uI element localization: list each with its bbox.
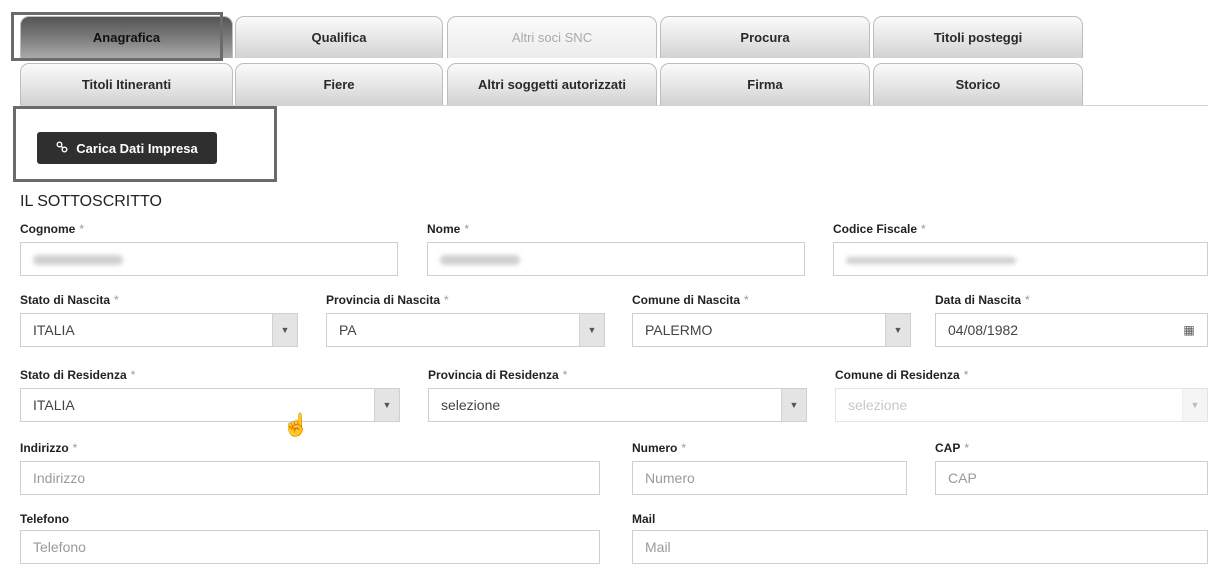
dropdown-arrow-icon[interactable]: ▼: [272, 314, 297, 346]
label-comune-nascita: Comune di Nascita *: [632, 293, 749, 307]
calendar-icon[interactable]: ▦: [1177, 314, 1201, 346]
cognome-field[interactable]: [20, 242, 398, 276]
codice-fiscale-field[interactable]: [833, 242, 1208, 276]
tab-titoli-itineranti[interactable]: Titoli Itineranti: [20, 63, 233, 105]
tab-label: Altri soci SNC: [511, 30, 593, 45]
label-cognome: Cognome *: [20, 222, 85, 236]
select-value: PA: [339, 322, 357, 338]
dropdown-arrow-icon: ▼: [1182, 389, 1207, 421]
button-label: Carica Dati Impresa: [76, 140, 198, 156]
hand-cursor-icon: ☝: [282, 412, 310, 437]
comune-residenza-select: selezione ▼: [835, 388, 1208, 422]
numero-field[interactable]: Numero: [632, 461, 907, 495]
tab-fiere[interactable]: Fiere: [235, 63, 443, 105]
label-cap: CAP *: [935, 441, 970, 455]
comune-nascita-select[interactable]: PALERMO ▼: [632, 313, 911, 347]
stato-residenza-select[interactable]: ITALIA ▼: [20, 388, 400, 422]
cap-field[interactable]: CAP: [935, 461, 1208, 495]
link-icon: [56, 141, 68, 156]
placeholder-text: CAP: [948, 470, 977, 486]
label-mail: Mail: [632, 512, 656, 526]
select-value: ITALIA: [33, 397, 75, 413]
provincia-nascita-select[interactable]: PA ▼: [326, 313, 605, 347]
telefono-field[interactable]: Telefono: [20, 530, 600, 564]
label-stato-nascita: Stato di Nascita *: [20, 293, 119, 307]
tab-label: Fiere: [323, 77, 355, 92]
tab-label: Qualifica: [311, 30, 367, 45]
tab-qualifica[interactable]: Qualifica: [235, 16, 443, 58]
tab-label: Altri soggetti autorizzati: [477, 77, 627, 92]
tab-label: Titoli Itineranti: [81, 77, 172, 92]
label-comune-residenza: Comune di Residenza *: [835, 368, 969, 382]
select-value: selezione: [848, 397, 908, 413]
data-nascita-field[interactable]: 04/08/1982 ▦: [935, 313, 1208, 347]
mail-field[interactable]: Mail: [632, 530, 1208, 564]
tab-titoli-posteggi[interactable]: Titoli posteggi: [873, 16, 1083, 58]
placeholder-text: Numero: [645, 470, 695, 486]
highlight-box-anagrafica: [11, 12, 223, 61]
dropdown-arrow-icon[interactable]: ▼: [374, 389, 399, 421]
section-title: IL SOTTOSCRITTO: [20, 193, 162, 210]
placeholder-text: Indirizzo: [33, 470, 86, 486]
tab-label: Titoli posteggi: [933, 30, 1023, 45]
tab-altri-soci-snc: Altri soci SNC: [447, 16, 657, 58]
label-stato-residenza: Stato di Residenza *: [20, 368, 136, 382]
stato-nascita-select[interactable]: ITALIA ▼: [20, 313, 298, 347]
label-indirizzo: Indirizzo *: [20, 441, 78, 455]
tab-label: Firma: [747, 77, 783, 92]
tab-storico[interactable]: Storico: [873, 63, 1083, 105]
label-nome: Nome *: [427, 222, 470, 236]
label-data-nascita: Data di Nascita *: [935, 293, 1030, 307]
dropdown-arrow-icon[interactable]: ▼: [781, 389, 806, 421]
tab-altri-soggetti-autorizzati[interactable]: Altri soggetti autorizzati: [447, 63, 657, 105]
dropdown-arrow-icon[interactable]: ▼: [885, 314, 910, 346]
label-provincia-nascita: Provincia di Nascita *: [326, 293, 449, 307]
tab-procura[interactable]: Procura: [660, 16, 870, 58]
tab-firma[interactable]: Firma: [660, 63, 870, 105]
select-value: selezione: [441, 397, 501, 413]
tab-label: Storico: [955, 77, 1001, 92]
dropdown-arrow-icon[interactable]: ▼: [579, 314, 604, 346]
carica-dati-impresa-button[interactable]: Carica Dati Impresa: [37, 132, 217, 164]
select-value: PALERMO: [645, 322, 713, 338]
select-value: ITALIA: [33, 322, 75, 338]
date-value: 04/08/1982: [948, 322, 1019, 338]
indirizzo-field[interactable]: Indirizzo: [20, 461, 600, 495]
provincia-residenza-select[interactable]: selezione ▼: [428, 388, 807, 422]
label-codice-fiscale: Codice Fiscale *: [833, 222, 926, 236]
label-telefono: Telefono: [20, 512, 70, 526]
label-numero: Numero *: [632, 441, 687, 455]
placeholder-text: Mail: [645, 539, 671, 555]
placeholder-text: Telefono: [33, 539, 86, 555]
tab-label: Procura: [740, 30, 790, 45]
label-provincia-residenza: Provincia di Residenza *: [428, 368, 568, 382]
nome-field[interactable]: [427, 242, 805, 276]
